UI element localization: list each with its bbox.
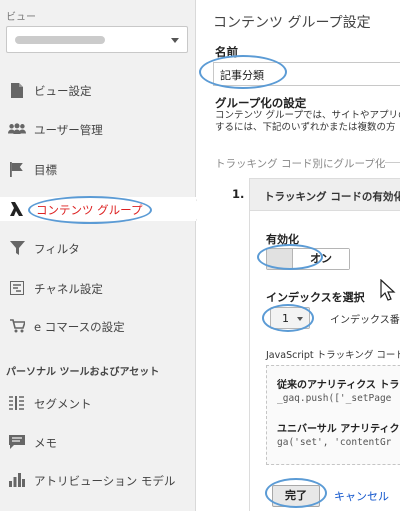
sidebar-item-label: 目標: [34, 163, 57, 177]
sidebar-item-view-settings[interactable]: ビュー設定: [0, 78, 196, 102]
classic-analytics-heading: 従来のアナリティクス トラ: [277, 380, 400, 391]
mouse-cursor-icon: [380, 279, 396, 301]
memo-icon: [8, 434, 26, 450]
sidebar-item-ecommerce[interactable]: e コマースの設定: [0, 314, 196, 338]
segment-icon: [8, 395, 26, 411]
tracking-code-heading: トラッキング コード別にグループ化: [215, 158, 386, 170]
view-name-blurred: [15, 36, 105, 44]
personal-tools-heading: パーソナル ツールおよびアセット: [6, 367, 160, 378]
index-number-label: インデックス番号: [330, 315, 400, 326]
sidebar-item-label: フィルタ: [34, 242, 80, 256]
sidebar-item-memo[interactable]: メモ: [0, 430, 196, 454]
view-label: ビュー: [6, 12, 36, 23]
universal-analytics-heading: ユニバーサル アナリティク: [277, 424, 400, 435]
sidebar-item-label: ビュー設定: [34, 84, 92, 98]
sidebar-item-attribution[interactable]: アトリビューション モデル: [0, 468, 196, 492]
grouping-description: コンテンツ グループでは、サイトやアプリのコ するには、下記のいずれかまたは複数…: [215, 110, 400, 134]
tracking-step-card: トラッキング コードの有効化 有効化 オン インデックスを選択 1 インデックス…: [249, 178, 400, 511]
users-icon: [8, 121, 26, 137]
universal-analytics-code: ga('set', 'contentGr: [277, 437, 392, 448]
sidebar-item-user-management[interactable]: ユーザー管理: [0, 117, 196, 141]
filter-icon: [8, 240, 26, 256]
grouping-description-line: するには、下記のいずれかまたは複数の方: [215, 122, 396, 133]
step-number: 1.: [232, 187, 245, 201]
cart-icon: [8, 318, 26, 334]
sidebar-item-label: アトリビューション モデル: [34, 474, 176, 488]
view-select[interactable]: [6, 26, 188, 53]
step-header-title: トラッキング コードの有効化: [264, 191, 400, 203]
channel-icon: [8, 280, 26, 296]
content-group-icon: [8, 201, 26, 217]
sidebar-item-segments[interactable]: セグメント: [0, 391, 196, 415]
grouping-description-line: コンテンツ グループでは、サイトやアプリのコ: [215, 110, 400, 121]
sidebar: ビュー ビュー設定 ユーザー管理 目標 コンテンツ グループ フィルタ チャネル…: [0, 0, 205, 511]
cancel-link[interactable]: キャンセル: [334, 488, 389, 504]
chevron-down-icon: [171, 38, 179, 43]
sidebar-item-label: セグメント: [34, 397, 92, 411]
sidebar-item-channel-settings[interactable]: チャネル設定: [0, 276, 196, 300]
grouping-settings-heading: グループ化の設定: [215, 96, 307, 110]
index-label: インデックスを選択: [266, 291, 365, 304]
annotation-circle: [28, 196, 152, 224]
document-icon: [8, 82, 26, 98]
code-snippet-box: 従来のアナリティクス トラ _gaq.push(['_setPage ユニバーサ…: [266, 365, 400, 465]
sidebar-item-filter[interactable]: フィルタ: [0, 236, 196, 260]
js-tracking-label: JavaScript トラッキング コードを: [266, 350, 400, 361]
attribution-icon: [8, 472, 26, 488]
annotation-circle: [265, 478, 327, 508]
page-title: コンテンツ グループ設定: [213, 15, 371, 31]
annotation-circle: [262, 304, 314, 332]
annotation-circle: [199, 55, 287, 89]
step-header: トラッキング コードの有効化: [250, 179, 400, 211]
sidebar-item-goals[interactable]: 目標: [0, 157, 196, 181]
classic-analytics-code: _gaq.push(['_setPage: [277, 393, 392, 404]
sidebar-item-label: メモ: [34, 436, 57, 450]
divider: [385, 162, 400, 163]
sidebar-item-label: ユーザー管理: [34, 123, 103, 137]
flag-icon: [8, 161, 26, 177]
sidebar-item-label: e コマースの設定: [34, 320, 125, 334]
sidebar-item-label: チャネル設定: [34, 282, 103, 296]
annotation-circle: [257, 244, 323, 270]
